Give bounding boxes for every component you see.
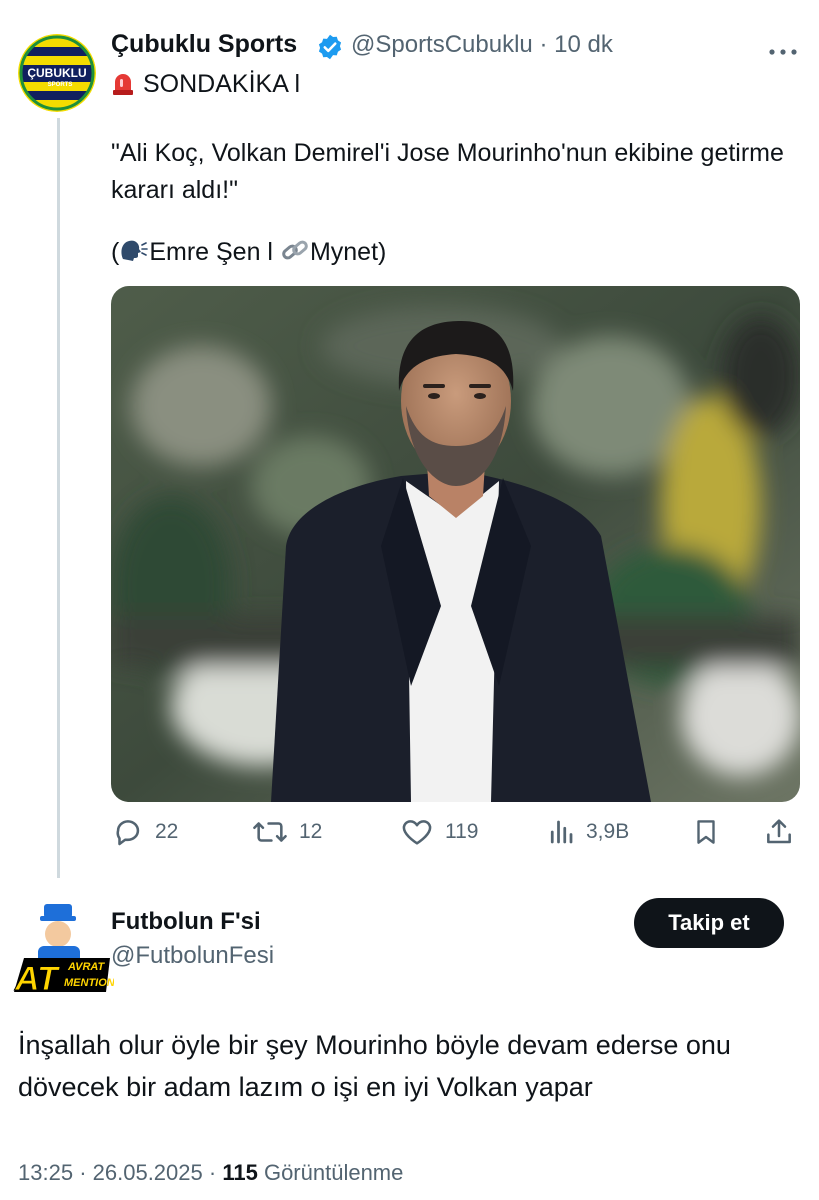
avatar-logo-sub: SPORTS	[48, 82, 73, 88]
retweet-button[interactable]: 12	[251, 815, 322, 849]
like-count: 119	[445, 820, 479, 843]
source-line: ( Emre Şen l Mynet)	[111, 237, 386, 272]
share-icon	[767, 819, 791, 844]
verified-badge-icon	[316, 33, 344, 61]
tweet-time[interactable]: 10 dk	[554, 31, 613, 58]
alarm-light-icon	[111, 70, 135, 96]
reply-date[interactable]: 26.05.2025	[93, 1160, 203, 1185]
tweet-photo[interactable]	[111, 286, 800, 802]
reply-time[interactable]: 13:25	[18, 1160, 73, 1185]
author-handle[interactable]: @SportsCubuklu	[351, 31, 533, 58]
separator: ·	[539, 31, 548, 58]
views-icon	[550, 820, 573, 844]
retweet-icon	[253, 822, 287, 842]
avatar-logo-text: ÇUBUKLU	[27, 66, 86, 80]
like-button[interactable]: 119	[399, 815, 478, 849]
thread-line	[57, 118, 60, 878]
author-avatar[interactable]: ÇUBUKLU SPORTS	[18, 34, 96, 112]
author-handle-time[interactable]: @SportsCubuklu · 10 dk	[351, 31, 613, 59]
source-person: Emre Şen l	[149, 238, 273, 266]
retweet-count: 12	[299, 820, 323, 843]
bookmark-button[interactable]	[691, 815, 731, 849]
reply-icon	[116, 820, 140, 846]
reply-button[interactable]: 22	[111, 815, 178, 849]
avatar2-top-text: AVRAT	[67, 961, 106, 973]
views-count: 3,9B	[586, 820, 630, 843]
separator: ·	[208, 1160, 217, 1185]
bookmark-icon	[697, 820, 715, 844]
reply-author-handle[interactable]: @FutbolunFesi	[111, 942, 274, 970]
more-icon[interactable]	[767, 38, 799, 58]
speaking-head-icon	[119, 237, 149, 272]
source-prefix: (	[111, 238, 120, 266]
reply-author-avatar[interactable]: AT AVRAT MENTION	[10, 900, 116, 999]
share-button[interactable]	[763, 815, 805, 849]
tweet-actions: 22 12 119 3,9B	[111, 815, 801, 855]
like-icon	[402, 820, 432, 845]
tweet-quote: "Ali Koç, Volkan Demirel'i Jose Mourinho…	[111, 139, 784, 204]
avatar2-big-text: AT	[14, 960, 61, 996]
reply-views-label: Görüntülenme	[263, 1160, 404, 1185]
reply-text: İnşallah olur öyle bir şey Mourinho böyl…	[18, 1030, 731, 1102]
views-button[interactable]: 3,9B	[546, 815, 629, 849]
reply-meta: 13:25 · 26.05.2025 · 115 Görüntülenme	[18, 1160, 403, 1186]
reply-views-count: 115	[222, 1160, 258, 1185]
separator: ·	[79, 1160, 87, 1185]
reply-author-name[interactable]: Futbolun F'si	[111, 908, 261, 936]
author-name[interactable]: Çubuklu Sports	[111, 30, 297, 59]
follow-button[interactable]: Takip et	[634, 898, 784, 948]
reply-count: 22	[155, 820, 179, 843]
source-outlet: Mynet)	[309, 238, 387, 266]
link-icon	[280, 237, 310, 272]
breaking-line: SONDAKİKA l	[111, 70, 300, 99]
avatar2-bottom-text: MENTION	[64, 977, 114, 989]
breaking-text: SONDAKİKA l	[143, 70, 300, 98]
